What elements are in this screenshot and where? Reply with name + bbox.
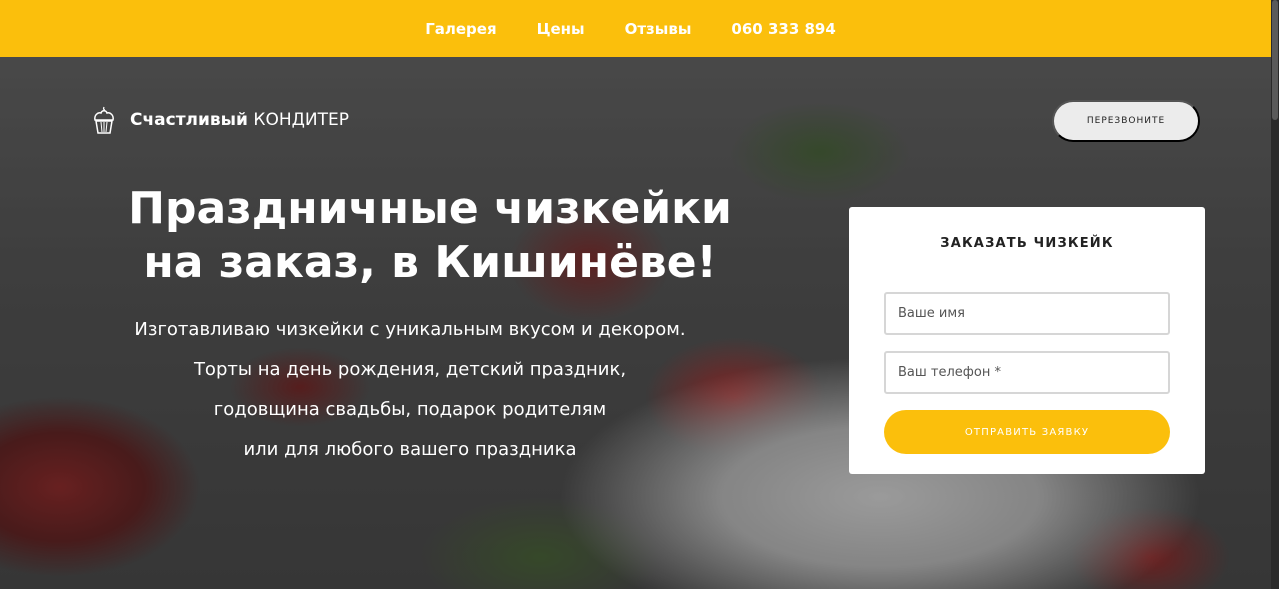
site-logo[interactable]: Счастливый КОНДИТЕР — [92, 105, 349, 135]
scrollbar[interactable] — [1271, 0, 1279, 589]
desc-line: Торты на день рождения, детский праздник… — [193, 359, 627, 380]
headline-line-1: Праздничные чизкейки — [128, 183, 732, 234]
desc-line: или для любого вашего праздника — [243, 439, 577, 460]
top-navigation: Галерея Цены Отзывы 060 333 894 — [0, 0, 1271, 57]
nav-gallery-link[interactable]: Галерея — [425, 20, 496, 38]
phone-input[interactable] — [884, 351, 1170, 394]
nav-reviews-link[interactable]: Отзывы — [625, 20, 692, 38]
order-form-title: ЗАКАЗАТЬ ЧИЗКЕЙК — [940, 236, 1114, 251]
headline-line-2: на заказ, в Кишинёве! — [143, 237, 717, 288]
hero-description: Изготавливаю чизкейки с уникальным вкусо… — [100, 310, 720, 470]
logo-text: Счастливый КОНДИТЕР — [130, 110, 349, 130]
callback-button[interactable]: ПЕРЕЗВОНИТЕ — [1052, 100, 1200, 142]
logo-text-light: КОНДИТЕР — [253, 110, 349, 130]
order-form-card: ЗАКАЗАТЬ ЧИЗКЕЙК ОТПРАВИТЬ ЗАЯВКУ — [849, 207, 1205, 474]
logo-text-bold: Счастливый — [130, 110, 248, 130]
cupcake-icon — [94, 106, 114, 134]
desc-line: Изготавливаю чизкейки с уникальным вкусо… — [134, 319, 686, 340]
desc-line: годовщина свадьбы, подарок родителям — [213, 399, 607, 420]
submit-order-button[interactable]: ОТПРАВИТЬ ЗАЯВКУ — [884, 410, 1170, 454]
nav-prices-link[interactable]: Цены — [537, 20, 585, 38]
name-input[interactable] — [884, 292, 1170, 335]
hero-headline: Праздничные чизкейки на заказ, в Кишинёв… — [120, 182, 740, 290]
nav-phone-link[interactable]: 060 333 894 — [731, 20, 835, 38]
scrollbar-thumb[interactable] — [1272, 0, 1278, 120]
